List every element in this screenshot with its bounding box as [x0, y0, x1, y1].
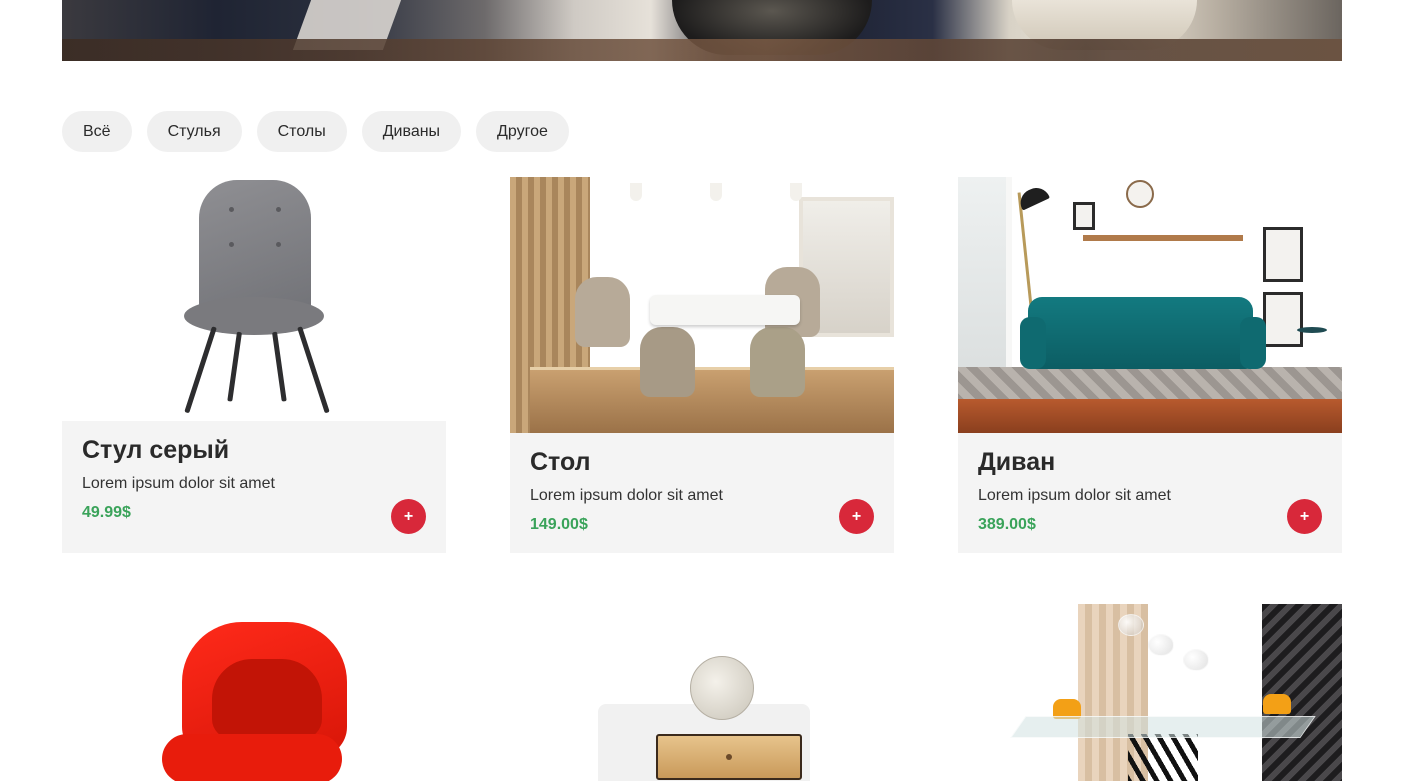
- wall-panels: [1262, 604, 1342, 781]
- wall-frame: [1263, 227, 1303, 282]
- filter-other-button[interactable]: Другое: [476, 111, 569, 152]
- product-card-table: Стол Lorem ipsum dolor sit amet 149.00$ …: [510, 177, 894, 553]
- wall-shelf: [1083, 235, 1243, 241]
- pendant-lamp: [630, 183, 642, 201]
- card-body: Диван Lorem ipsum dolor sit amet 389.00$…: [958, 433, 1342, 535]
- product-title: Стул серый: [82, 436, 230, 464]
- product-image-nightstand[interactable]: [510, 604, 894, 781]
- dining-chair: [575, 277, 630, 347]
- chair-button: [229, 242, 234, 247]
- pendant-lamp: [710, 183, 722, 201]
- drawer-knob: [726, 754, 732, 760]
- dining-table-top: [650, 295, 800, 325]
- glass-pendant-lamp: [1118, 614, 1144, 636]
- chair-leg: [227, 331, 242, 402]
- product-description: Lorem ipsum dolor sit amet: [530, 487, 723, 504]
- product-card-grey-chair: Стул серый Lorem ipsum dolor sit amet 49…: [62, 177, 446, 553]
- product-price: 49.99$: [82, 504, 131, 521]
- wall-clock-icon: [1126, 180, 1154, 208]
- wall-frame: [1263, 292, 1303, 347]
- chair-leg: [297, 326, 330, 414]
- yellow-chair: [1263, 694, 1291, 714]
- chair-button: [276, 207, 281, 212]
- filter-tables-button[interactable]: Столы: [256, 111, 347, 152]
- chair-seat: [162, 734, 342, 781]
- dining-chair: [640, 327, 695, 397]
- desk-clock-icon: [690, 656, 754, 720]
- product-card-nightstand: [510, 604, 894, 781]
- chair-inner: [212, 659, 322, 739]
- product-price: 389.00$: [978, 516, 1036, 533]
- chair-leg: [272, 331, 287, 402]
- product-image-red-chair[interactable]: [62, 604, 446, 781]
- card-body: Стул серый Lorem ipsum dolor sit amet 49…: [62, 421, 446, 534]
- product-image-sofa[interactable]: [958, 177, 1342, 433]
- product-card-sofa: Диван Lorem ipsum dolor sit amet 389.00$…: [958, 177, 1342, 553]
- add-to-cart-button[interactable]: +: [1287, 499, 1322, 534]
- product-image-dining-table[interactable]: [510, 177, 894, 433]
- dining-chair: [750, 327, 805, 397]
- glass-tabletop: [1010, 716, 1316, 738]
- wall-frame: [1073, 202, 1095, 230]
- pendant-lamp: [790, 183, 802, 201]
- filter-all-button[interactable]: Всё: [62, 111, 132, 152]
- table-base: [1128, 734, 1198, 781]
- room-rug: [530, 367, 894, 433]
- sofa-arm: [1240, 317, 1266, 369]
- hero-banner-image: [62, 0, 1342, 61]
- teal-sofa: [1028, 297, 1253, 369]
- product-title: Диван: [978, 448, 1056, 476]
- room-floor: [958, 399, 1342, 433]
- glass-pendant-lamp: [1148, 634, 1174, 656]
- card-body: Стол Lorem ipsum dolor sit amet 149.00$ …: [510, 433, 894, 535]
- product-price: 149.00$: [530, 516, 588, 533]
- chair-leg: [184, 326, 217, 414]
- category-filters: Всё Стулья Столы Диваны Другое: [62, 111, 569, 152]
- glass-pendant-lamp: [1183, 649, 1209, 671]
- product-image-glass-table[interactable]: [958, 604, 1342, 781]
- floor-lamp-shade: [1016, 183, 1050, 211]
- side-table: [1297, 327, 1327, 333]
- filter-sofas-button[interactable]: Диваны: [361, 111, 462, 152]
- sofa-arm: [1020, 317, 1046, 369]
- product-card-glass-table: [958, 604, 1342, 781]
- product-description: Lorem ipsum dolor sit amet: [978, 487, 1171, 504]
- add-to-cart-button[interactable]: +: [391, 499, 426, 534]
- filter-chairs-button[interactable]: Стулья: [146, 111, 242, 152]
- chair-button: [229, 207, 234, 212]
- product-description: Lorem ipsum dolor sit amet: [82, 475, 275, 492]
- product-card-red-chair: [62, 604, 446, 781]
- chair-button: [276, 242, 281, 247]
- product-title: Стол: [530, 448, 591, 476]
- product-image-grey-chair[interactable]: [62, 177, 446, 421]
- add-to-cart-button[interactable]: +: [839, 499, 874, 534]
- hero-floor: [62, 39, 1342, 61]
